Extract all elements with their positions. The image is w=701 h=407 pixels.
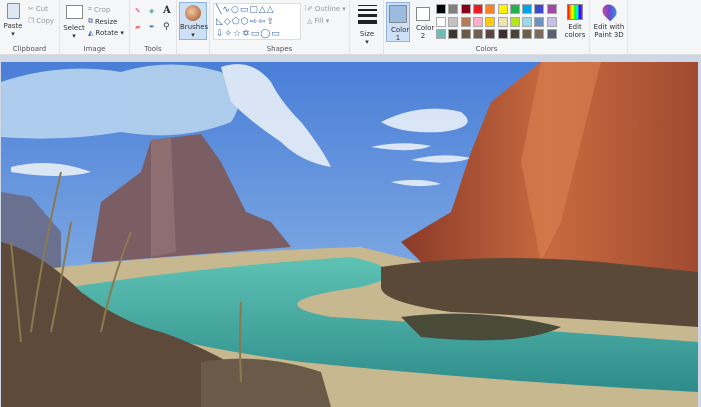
paste-button[interactable]: Paste ▾: [2, 3, 24, 38]
resize-button[interactable]: ⧉ Resize: [88, 17, 117, 26]
edit-with-paint3d-button[interactable]: Edit with Paint 3D: [592, 1, 626, 39]
color-swatch[interactable]: [509, 29, 520, 39]
crop-icon: ⌗: [88, 5, 92, 13]
outline-button[interactable]: ✐ Outline ▾: [307, 5, 346, 13]
rotate-button[interactable]: ◭ Rotate ▾: [88, 29, 124, 37]
eraser-icon[interactable]: ▰: [135, 23, 140, 31]
color-swatch[interactable]: [460, 16, 471, 27]
tools-group: ✎ ◈ A ▰ ✒ ⚲ Tools: [130, 0, 177, 55]
paint3d-group: Edit with Paint 3D: [590, 0, 628, 55]
color-picker-icon[interactable]: ✒: [149, 23, 155, 31]
shapes-gallery[interactable]: ╲∿○▭▢△△ ◺◇⬠⬡⇨⇦⇧ ⇩✧☆✡▭◯▭: [213, 3, 301, 40]
outline-icon: ✐: [307, 5, 313, 13]
drawing-canvas[interactable]: [1, 62, 698, 407]
brush-icon: [185, 5, 201, 21]
color-swatch[interactable]: [522, 4, 533, 14]
color-swatch[interactable]: [485, 16, 496, 27]
tools-label: Tools: [144, 45, 162, 53]
edit-colors-button[interactable]: Edit colors: [562, 4, 588, 39]
color-swatch[interactable]: [534, 16, 545, 27]
color-swatch[interactable]: [448, 29, 459, 39]
color-swatch[interactable]: [436, 29, 446, 39]
colors-label: Colors: [475, 45, 498, 53]
color-swatch[interactable]: [472, 29, 483, 39]
size-group: Size ▾: [350, 0, 384, 55]
edit-colors-icon: [567, 4, 583, 20]
color-swatch[interactable]: [460, 29, 471, 39]
fill-button[interactable]: ◬ Fill ▾: [307, 17, 329, 25]
copy-button[interactable]: ❐ Copy: [28, 17, 54, 25]
color-swatch[interactable]: [534, 4, 545, 14]
color-swatch[interactable]: [448, 16, 459, 27]
select-button[interactable]: Select ▾: [63, 5, 85, 40]
color-swatch[interactable]: [448, 4, 459, 14]
paint3d-icon: [599, 1, 619, 22]
color-swatch[interactable]: [509, 16, 520, 27]
shapes-row-2: ◺◇⬠⬡⇨⇦⇧: [216, 17, 276, 27]
fill-bucket-icon[interactable]: ◈: [149, 7, 154, 15]
pencil-icon[interactable]: ✎: [135, 7, 141, 15]
color-swatch[interactable]: [522, 29, 533, 39]
color-swatch[interactable]: [546, 29, 557, 39]
line-size-icon: [357, 5, 377, 24]
cut-button[interactable]: ✂ Cut: [28, 5, 48, 13]
shapes-row-3: ⇩✧☆✡▭◯▭: [216, 29, 281, 39]
color1-swatch: [389, 5, 407, 23]
color-swatch[interactable]: [497, 16, 508, 27]
color-swatch[interactable]: [497, 4, 508, 14]
crop-button[interactable]: ⌗ Crop: [88, 5, 110, 14]
image-label: Image: [83, 45, 106, 53]
color-swatch[interactable]: [509, 4, 520, 14]
color-swatch[interactable]: [472, 16, 483, 27]
color-swatch[interactable]: [436, 4, 446, 14]
shapes-group: ╲∿○▭▢△△ ◺◇⬠⬡⇨⇦⇧ ⇩✧☆✡▭◯▭ ⋮ ✐ Outline ▾ ◬ Fil…: [210, 0, 350, 55]
color-swatch[interactable]: [534, 29, 545, 39]
shapes-label: Shapes: [266, 45, 293, 53]
color2-button[interactable]: Color 2: [412, 4, 434, 40]
size-button[interactable]: Size ▾: [355, 3, 379, 46]
color-swatch[interactable]: [546, 4, 557, 14]
colors-group: Color 1 Color 2 Edit colors Colors: [384, 0, 590, 55]
rotate-icon: ◭: [88, 29, 94, 37]
color-swatch[interactable]: [546, 16, 557, 27]
ribbon: Paste ▾ ✂ Cut ❐ Copy Clipboard Select ▾ ⌗ Cro…: [0, 0, 701, 55]
fill-icon: ◬: [307, 17, 313, 25]
text-icon[interactable]: A: [163, 5, 171, 16]
brushes-group: Brushes ▾: [177, 0, 210, 55]
color-swatch[interactable]: [497, 29, 508, 39]
color-swatch[interactable]: [460, 4, 471, 14]
color1-button[interactable]: Color 1: [386, 2, 410, 42]
clipboard-label: Clipboard: [12, 45, 47, 53]
clipboard-group: Paste ▾ ✂ Cut ❐ Copy Clipboard: [0, 0, 60, 55]
color-swatch[interactable]: [522, 16, 533, 27]
canvas-area: [0, 56, 701, 407]
landscape-painting: [1, 62, 698, 407]
shapes-row-1: ╲∿○▭▢△△: [216, 5, 275, 15]
image-group: Select ▾ ⌗ Crop ⧉ Resize ◭ Rotate ▾ Image: [60, 0, 130, 55]
color-swatch[interactable]: [485, 29, 496, 39]
brushes-button[interactable]: Brushes ▾: [179, 2, 208, 40]
color-swatch[interactable]: [472, 4, 483, 14]
magnifier-icon[interactable]: ⚲: [163, 22, 170, 32]
copy-icon: ❐: [28, 17, 35, 25]
select-icon: [65, 5, 83, 19]
color-swatch[interactable]: [436, 16, 446, 27]
scissors-icon: ✂: [28, 5, 34, 13]
clipboard-icon: [6, 3, 20, 19]
resize-icon: ⧉: [88, 17, 93, 25]
color2-swatch: [416, 7, 430, 21]
color-swatch[interactable]: [485, 4, 496, 14]
